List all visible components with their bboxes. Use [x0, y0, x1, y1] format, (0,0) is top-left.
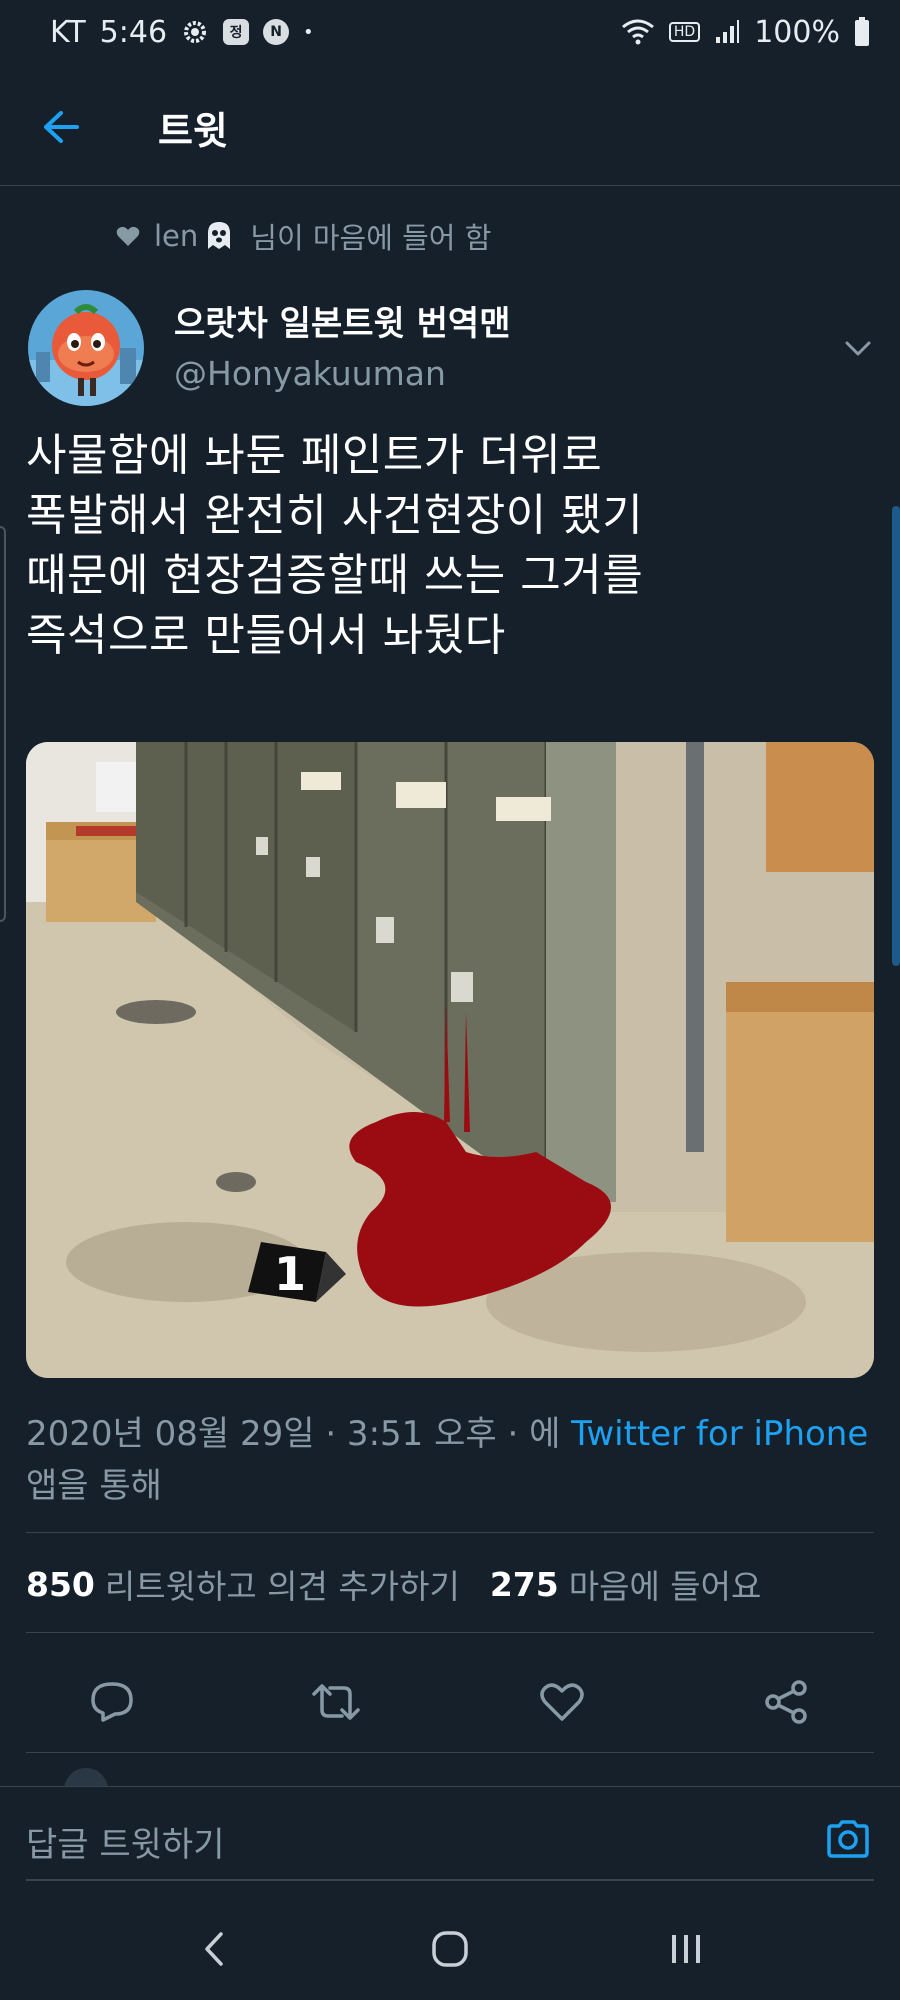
retweets-stat[interactable]: 850 리트윗하고 의견 추가하기 — [26, 1560, 460, 1608]
nav-back-icon — [205, 1932, 223, 1966]
ghost-icon — [208, 222, 231, 249]
retweets-count: 850 — [26, 1564, 95, 1604]
settings-gear-icon — [181, 18, 209, 46]
like-icon — [540, 1683, 584, 1721]
divider — [26, 1532, 874, 1533]
reply-button[interactable] — [82, 1674, 142, 1730]
divider — [26, 1752, 874, 1753]
edge-panel-handle[interactable] — [0, 526, 6, 922]
liked-by-user: len — [154, 219, 236, 253]
nav-home-icon — [432, 1931, 468, 1967]
camera-icon — [827, 1820, 869, 1858]
tweet-stats: 850 리트윗하고 의견 추가하기 275 마음에 들어요 — [26, 1560, 761, 1608]
retweet-icon — [312, 1684, 360, 1720]
share-button[interactable] — [756, 1674, 816, 1730]
next-reply-peek — [56, 1764, 856, 1812]
arrow-left-icon — [44, 111, 79, 143]
retweets-label: 리트윗하고 의견 추가하기 — [104, 1567, 460, 1606]
tweet-client-link[interactable]: Twitter for iPhone — [571, 1414, 868, 1454]
reply-input[interactable]: 답글 트윗하기 — [26, 1817, 225, 1866]
nav-home-button[interactable] — [420, 1924, 480, 1974]
dot-icon: • — [303, 21, 314, 43]
system-navigation-bar — [0, 1892, 900, 2000]
nav-recents-button[interactable] — [656, 1924, 716, 1974]
tweet-photo[interactable]: 1 — [26, 742, 874, 1378]
status-bar-left: KT 5:46 정 N • — [50, 15, 314, 50]
share-icon — [765, 1680, 807, 1724]
tweet-line: 때문에 현장검증할때 쓰는 그거를 — [26, 550, 644, 601]
reply-icon — [91, 1682, 133, 1722]
carrier-label: KT — [50, 14, 86, 50]
tweet-actions — [0, 1660, 900, 1740]
back-button[interactable] — [36, 102, 86, 152]
tweet-client-suffix: 앱을 통해 — [26, 1466, 162, 1506]
top-app-bar: 트윗 — [0, 64, 900, 186]
status-bar-right: HD 100% — [621, 15, 870, 50]
liked-by-context[interactable]: len 님이 마음에 들어 함 — [116, 214, 491, 258]
evidence-marker-number: 1 — [274, 1247, 306, 1301]
signal-icon — [714, 19, 740, 45]
tweet-menu-button[interactable] — [838, 334, 878, 364]
like-button[interactable] — [532, 1674, 592, 1730]
battery-percent: 100% — [754, 14, 840, 50]
chevron-down-icon — [845, 341, 871, 356]
tweet-line: 사물함에 놔둔 페인트가 더위로 — [26, 430, 603, 481]
camera-button[interactable] — [820, 1811, 876, 1867]
wifi-icon — [621, 18, 655, 46]
tweet-timestamp-source: 2020년 08월 29일 · 3:51 오후 · 에 Twitter for … — [26, 1408, 876, 1512]
news-badge-icon: 정 — [223, 19, 250, 45]
clock-time: 5:46 — [99, 14, 168, 50]
nav-recents-icon — [672, 1935, 700, 1963]
heart-icon — [116, 226, 140, 246]
scroll-indicator — [892, 506, 900, 966]
liked-by-text: 님이 마음에 들어 함 — [250, 221, 492, 255]
likes-count: 275 — [489, 1564, 559, 1604]
tweet-line: 폭발해서 완전히 사건현장이 됐기 — [26, 490, 644, 541]
avatar[interactable] — [28, 290, 144, 406]
tweet-line: 즉석으로 만들어서 놔뒀다 — [26, 610, 506, 661]
reply-composer[interactable]: 답글 트윗하기 — [0, 1786, 900, 1892]
likes-stat[interactable]: 275 마음에 들어요 — [490, 1560, 762, 1608]
tweet-text: 사물함에 놔둔 페인트가 더위로 폭발해서 완전히 사건현장이 됐기 때문에 현… — [26, 426, 876, 666]
nav-back-button[interactable] — [184, 1924, 244, 1974]
page-title: 트윗 — [158, 109, 228, 153]
reply-input-underline — [26, 1879, 874, 1881]
retweet-button[interactable] — [306, 1674, 366, 1730]
author-name[interactable]: 으랏차 일본트윗 번역맨 — [174, 296, 510, 345]
hd-voice-icon: HD — [668, 22, 701, 42]
author-handle[interactable]: @Honyakuuman — [174, 354, 446, 393]
divider — [26, 1632, 874, 1633]
battery-icon — [854, 17, 870, 47]
naver-n-icon: N — [263, 19, 290, 45]
tweet-date: 2020년 08월 29일 · 3:51 오후 · 에 — [26, 1414, 572, 1454]
likes-label: 마음에 들어요 — [568, 1567, 762, 1606]
status-bar: KT 5:46 정 N • HD 100% — [0, 0, 900, 64]
